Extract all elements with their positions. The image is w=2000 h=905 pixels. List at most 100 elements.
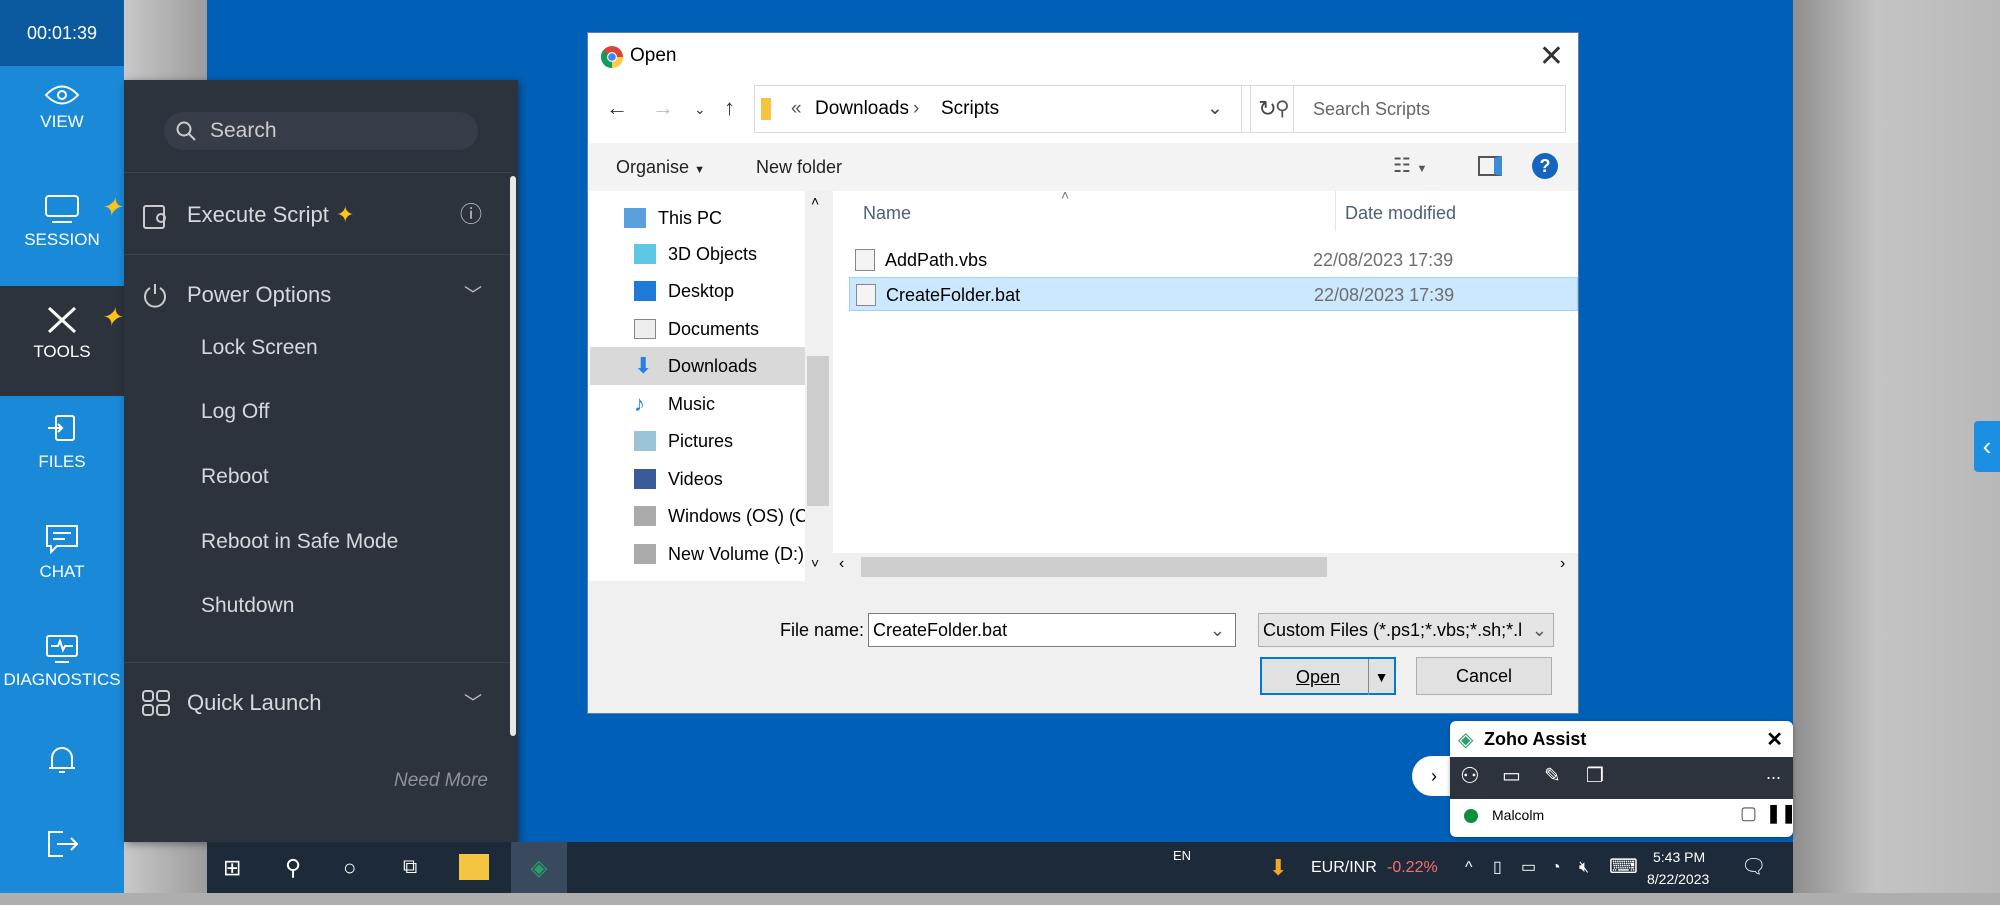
scroll-thumb[interactable] bbox=[807, 356, 829, 506]
breadcrumb-downloads[interactable]: Downloads bbox=[815, 86, 909, 132]
wifi-icon[interactable]: ◔ bbox=[1551, 842, 1561, 893]
notifications-icon[interactable]: 🗨︎ bbox=[1741, 842, 1766, 893]
reboot-safe-mode-item[interactable]: Reboot in Safe Mode bbox=[201, 530, 398, 554]
execute-script-item[interactable]: Execute Script ✦ ⓘ bbox=[124, 190, 512, 240]
column-name[interactable]: Name bbox=[863, 203, 911, 224]
user-icon[interactable]: ⚇ bbox=[1460, 763, 1480, 789]
open-dropdown-icon[interactable]: ▼ bbox=[1368, 659, 1394, 695]
clipboard-icon[interactable]: ❐ bbox=[1586, 763, 1604, 788]
clock-date[interactable]: 8/22/2023 bbox=[1647, 854, 1709, 905]
nav-notifications[interactable] bbox=[0, 726, 124, 796]
tree-3d-objects[interactable]: 3D Objects bbox=[628, 235, 828, 273]
nav-view[interactable]: VIEW bbox=[0, 66, 124, 176]
column-date[interactable]: Date modified bbox=[1345, 203, 1456, 224]
zoho-logo-icon: ◈ bbox=[1458, 729, 1474, 751]
meet-icon[interactable]: ▯ bbox=[1493, 842, 1502, 893]
dialog-title: Open bbox=[630, 45, 677, 66]
nav-diagnostics[interactable]: DIAGNOSTICS bbox=[0, 616, 124, 726]
nav-chat[interactable]: CHAT bbox=[0, 506, 124, 616]
volume-mute-icon[interactable]: 🔇︎ bbox=[1579, 842, 1589, 893]
left-nav: 00:01:39 VIEW SESSION ✦ TOOLS ✦ FILES CHAT… bbox=[0, 0, 124, 893]
zoho-title: Zoho Assist bbox=[1484, 729, 1587, 749]
close-icon[interactable]: ✕ bbox=[1539, 39, 1564, 74]
recent-dropdown-icon[interactable]: ⌄ bbox=[694, 101, 706, 118]
tree-scrollbar[interactable]: ˄ ˅ bbox=[805, 191, 831, 581]
tree-desktop[interactable]: Desktop bbox=[628, 272, 828, 310]
nav-files[interactable]: FILES bbox=[0, 396, 124, 506]
forward-icon[interactable]: → bbox=[652, 95, 674, 121]
power-options-item[interactable]: Power Options ﹀ bbox=[124, 270, 512, 320]
keyboard-icon[interactable]: ⌨ bbox=[1609, 842, 1638, 893]
chevron-down-icon[interactable]: ⌄ bbox=[1210, 614, 1225, 646]
lock-screen-item[interactable]: Lock Screen bbox=[201, 336, 318, 360]
tree-windows-os[interactable]: Windows (OS) (C bbox=[628, 497, 828, 535]
tree-pictures[interactable]: Pictures bbox=[628, 422, 828, 460]
windows-start-icon[interactable]: ⊞ bbox=[223, 842, 241, 893]
up-icon[interactable]: ↑ bbox=[724, 95, 735, 121]
zoho-taskbar-icon[interactable]: ◈ bbox=[511, 842, 567, 893]
pause-icon[interactable]: ❚❚ bbox=[1766, 803, 1793, 824]
tree-music[interactable]: ♪ Music bbox=[628, 385, 828, 423]
preview-pane-icon[interactable] bbox=[1478, 156, 1502, 176]
screen-icon[interactable]: ▢ bbox=[1740, 803, 1757, 824]
new-folder-button[interactable]: New folder bbox=[756, 157, 842, 178]
scroll-down-icon[interactable]: ˅ bbox=[811, 555, 819, 571]
file-row-selected[interactable]: CreateFolder.bat 22/08/2023 17:39 bbox=[849, 277, 1578, 311]
task-view-icon[interactable]: ⧉ bbox=[403, 842, 417, 893]
file-row[interactable]: AddPath.vbs 22/08/2023 17:39 bbox=[849, 243, 1578, 277]
menu-scrollbar[interactable] bbox=[510, 176, 516, 736]
scroll-right-icon[interactable]: › bbox=[1560, 555, 1565, 573]
scroll-left-icon[interactable]: ‹ bbox=[839, 555, 844, 573]
scroll-up-icon[interactable]: ˄ bbox=[811, 193, 819, 209]
nav-tools[interactable]: TOOLS ✦ bbox=[0, 286, 124, 396]
chevron-down-icon[interactable]: ⌄ bbox=[1207, 86, 1223, 132]
tree-this-pc[interactable]: This PC bbox=[618, 199, 818, 237]
dialog-search-input[interactable]: ⚲ Search Scripts bbox=[1250, 85, 1566, 133]
expand-panel-button[interactable]: ‹ bbox=[1974, 421, 2000, 472]
address-bar[interactable]: « Downloads › Scripts ⌄ bbox=[754, 85, 1242, 133]
file-type-select[interactable]: Custom Files (*.ps1;*.vbs;*.sh;*.l ⌄ bbox=[1258, 613, 1554, 647]
nav-label: CHAT bbox=[39, 562, 85, 581]
file-name-input[interactable]: CreateFolder.bat ⌄ bbox=[868, 613, 1236, 647]
menu-search-input[interactable]: Search bbox=[164, 112, 478, 150]
cancel-button[interactable]: Cancel bbox=[1416, 657, 1552, 695]
battery-icon[interactable]: ▭ bbox=[1521, 842, 1536, 893]
tree-new-volume[interactable]: New Volume (D:) bbox=[628, 535, 828, 573]
help-icon[interactable]: ? bbox=[1532, 153, 1558, 179]
scroll-thumb[interactable] bbox=[861, 557, 1327, 577]
column-divider[interactable] bbox=[1335, 191, 1336, 231]
drive-icon bbox=[634, 544, 656, 564]
download-icon: ⬇ bbox=[634, 353, 653, 378]
divider bbox=[124, 254, 512, 255]
info-icon[interactable]: ⓘ bbox=[460, 190, 482, 240]
chat-icon[interactable]: ▭ bbox=[1502, 763, 1521, 788]
nav-session[interactable]: SESSION ✦ bbox=[0, 176, 124, 286]
tree-downloads[interactable]: ⬇ Downloads bbox=[590, 347, 805, 385]
tree-videos[interactable]: Videos bbox=[628, 460, 828, 498]
cortana-icon[interactable]: ○ bbox=[343, 842, 356, 893]
horizontal-scrollbar[interactable]: ‹ › bbox=[833, 553, 1578, 581]
close-icon[interactable]: ✕ bbox=[1766, 727, 1783, 752]
log-off-item[interactable]: Log Off bbox=[201, 400, 270, 424]
quick-launch-item[interactable]: Quick Launch ﹀ bbox=[124, 678, 512, 728]
breadcrumb-scripts[interactable]: Scripts bbox=[941, 86, 999, 132]
back-icon[interactable]: ← bbox=[606, 95, 628, 121]
nav-exit[interactable] bbox=[0, 810, 124, 890]
shutdown-item[interactable]: Shutdown bbox=[201, 594, 294, 618]
view-options-icon[interactable]: ☷ ▼ bbox=[1393, 153, 1427, 178]
script-icon bbox=[143, 205, 166, 229]
tree-documents[interactable]: Documents bbox=[628, 310, 828, 348]
need-more-link[interactable]: Need More bbox=[394, 770, 488, 792]
chevron-up-icon[interactable]: ^ bbox=[1465, 842, 1473, 893]
search-icon[interactable]: ⚲ bbox=[285, 842, 301, 893]
tree-label: Downloads bbox=[668, 356, 758, 376]
open-button[interactable]: Open ▼ bbox=[1260, 657, 1396, 695]
pen-icon[interactable]: ✎ bbox=[1544, 763, 1561, 788]
more-icon[interactable]: ... bbox=[1766, 763, 1781, 784]
vbs-file-icon bbox=[855, 249, 875, 271]
file-explorer-icon[interactable] bbox=[459, 854, 489, 880]
language-indicator[interactable]: EN bbox=[1173, 830, 1191, 881]
reboot-item[interactable]: Reboot bbox=[201, 465, 269, 489]
ticker-symbol[interactable]: EUR/INR bbox=[1311, 842, 1377, 893]
organise-button[interactable]: Organise ▼ bbox=[616, 157, 705, 178]
